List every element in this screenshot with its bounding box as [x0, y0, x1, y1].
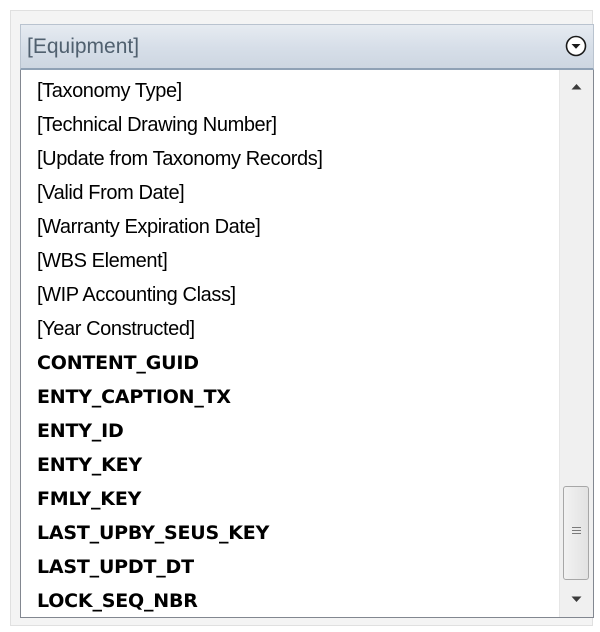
scroll-up-arrow-icon — [571, 84, 582, 90]
table-header: [Equipment] — [20, 24, 594, 70]
list-item[interactable]: FMLY_KEY — [37, 482, 557, 516]
collapse-button[interactable] — [565, 35, 587, 57]
list-item[interactable]: LAST_UPBY_SEUS_KEY — [37, 516, 557, 550]
scroll-up-button[interactable] — [560, 70, 593, 104]
list-item[interactable]: [Technical Drawing Number] — [37, 108, 557, 142]
list-item[interactable]: ENTY_ID — [37, 414, 557, 448]
list-item[interactable]: [WIP Accounting Class] — [37, 278, 557, 312]
field-list[interactable]: [Taxonomy Type] [Technical Drawing Number… — [20, 70, 594, 618]
list-item[interactable]: CONTENT_GUID — [37, 346, 557, 380]
chevron-down-circle-icon — [565, 35, 587, 57]
list-item[interactable]: LOCK_SEQ_NBR — [37, 584, 557, 617]
scroll-down-button[interactable] — [560, 583, 593, 617]
scroll-grip-icon — [572, 527, 581, 534]
list-item[interactable]: ENTY_CAPTION_TX — [37, 380, 557, 414]
scroll-down-arrow-icon — [571, 596, 582, 602]
list-item[interactable]: [WBS Element] — [37, 244, 557, 278]
list-item[interactable]: [Update from Taxonomy Records] — [37, 142, 557, 176]
field-list-items: [Taxonomy Type] [Technical Drawing Number… — [37, 74, 557, 617]
list-item[interactable]: ENTY_KEY — [37, 448, 557, 482]
list-item[interactable]: [Warranty Expiration Date] — [37, 210, 557, 244]
table-title: [Equipment] — [27, 35, 140, 58]
scrollbar-thumb[interactable] — [563, 486, 589, 580]
list-item[interactable]: LAST_UPDT_DT — [37, 550, 557, 584]
list-item[interactable]: [Valid From Date] — [37, 176, 557, 210]
list-item[interactable]: [Year Constructed] — [37, 312, 557, 346]
vertical-scrollbar[interactable] — [559, 70, 593, 617]
list-item[interactable]: [Taxonomy Type] — [37, 74, 557, 108]
